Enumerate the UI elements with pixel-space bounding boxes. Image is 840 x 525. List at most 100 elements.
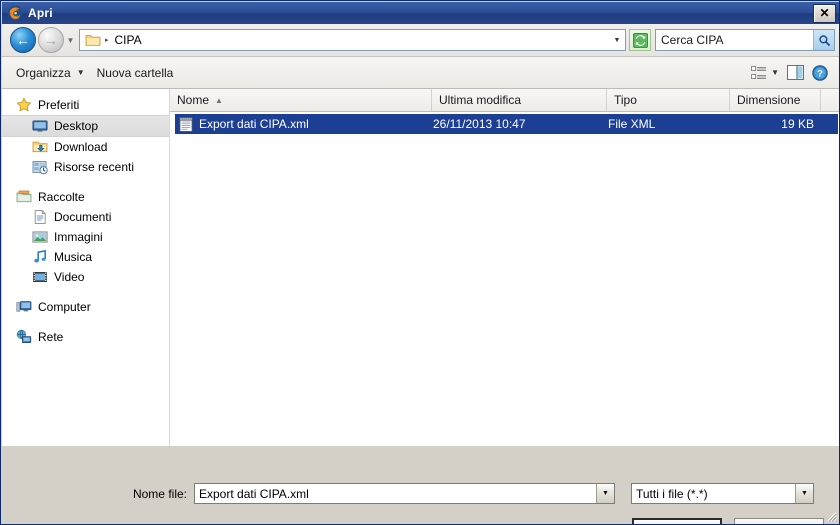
view-chevron-down-icon[interactable]: ▼ [771, 68, 779, 77]
help-icon: ? [812, 64, 828, 81]
star-icon [16, 97, 32, 113]
column-header-ultima-modifica[interactable]: Ultima modifica [432, 89, 607, 111]
sidebar-label: Documenti [54, 210, 112, 224]
sidebar-item-rete[interactable]: Rete [2, 327, 169, 347]
sidebar-group-raccolte: Raccolte Documenti Immagini Musica Video [2, 187, 169, 287]
sidebar-label: Download [54, 140, 108, 154]
file-list-pane: Nome ▲ Ultima modifica Tipo Dimensione E… [170, 89, 839, 446]
column-label: Nome [177, 93, 210, 107]
address-bar: ← → ▼ ▸ CIPA ▼ Cerca CIPA [2, 24, 839, 57]
svg-text:?: ? [817, 68, 823, 79]
xml-file-icon [179, 116, 193, 132]
sidebar-label: Immagini [54, 230, 103, 244]
documents-icon [32, 209, 48, 225]
sidebar-label: Musica [54, 250, 93, 264]
dialog-buttons: Apri Annulla [632, 518, 824, 524]
filename-label: Nome file: [132, 486, 187, 501]
breadcrumb[interactable]: CIPA [115, 33, 609, 47]
network-icon [16, 329, 32, 345]
view-list-icon [751, 65, 767, 80]
preview-pane-icon [787, 65, 804, 80]
filename-chevron-down-icon[interactable]: ▼ [596, 484, 614, 503]
dialog-body: Preferiti Desktop Download Risorse recen… [2, 89, 839, 446]
window-title: Apri [28, 6, 53, 20]
chevron-down-icon: ▼ [76, 68, 85, 77]
open-button[interactable]: Apri [632, 518, 722, 524]
filename-input[interactable]: Export dati CIPA.xml ▼ [194, 483, 615, 504]
view-mode-button[interactable]: ▼ [747, 64, 783, 82]
sidebar-item-desktop[interactable]: Desktop [2, 115, 169, 137]
sidebar-label: Video [54, 270, 85, 284]
filter-chevron-down-icon[interactable]: ▼ [795, 484, 813, 503]
column-header-filler [821, 89, 839, 111]
sidebar-item-computer[interactable]: Computer [2, 297, 169, 317]
sidebar-item-preferiti[interactable]: Preferiti [2, 95, 169, 115]
new-folder-button[interactable]: Nuova cartella [91, 63, 180, 83]
title-bar: Apri ✕ [2, 2, 839, 24]
music-icon [32, 249, 48, 265]
computer-icon [16, 299, 32, 315]
forward-arrow-icon[interactable]: → [38, 27, 64, 53]
breadcrumb-separator-icon: ▸ [105, 37, 109, 44]
firefox-icon [7, 5, 23, 21]
sort-ascending-icon: ▲ [215, 95, 223, 105]
sidebar-item-download[interactable]: Download [2, 137, 169, 157]
column-header-dimensione[interactable]: Dimensione [730, 89, 821, 111]
help-button[interactable]: ? [808, 63, 832, 83]
file-list[interactable]: Export dati CIPA.xml 26/11/2013 10:47 Fi… [170, 112, 839, 446]
table-row[interactable]: Export dati CIPA.xml 26/11/2013 10:47 Fi… [175, 114, 838, 134]
new-folder-label: Nuova cartella [96, 65, 174, 80]
file-modified-cell: 26/11/2013 10:47 [433, 117, 526, 131]
organize-button[interactable]: Organizza ▼ [10, 63, 91, 83]
sidebar-label: Raccolte [38, 190, 85, 204]
sidebar-item-musica[interactable]: Musica [2, 247, 169, 267]
sidebar-label: Rete [38, 330, 64, 344]
sidebar-group-rete: Rete [2, 327, 169, 347]
column-header-nome[interactable]: Nome ▲ [170, 89, 432, 111]
open-file-dialog: Apri ✕ ← → ▼ ▸ CIPA ▼ Cerca CIPA Organiz… [0, 0, 840, 525]
back-arrow-icon[interactable]: ← [10, 27, 36, 53]
pictures-icon [32, 229, 48, 245]
download-folder-icon [32, 139, 48, 155]
sidebar-label: Desktop [54, 119, 99, 133]
column-header-row: Nome ▲ Ultima modifica Tipo Dimensione [170, 89, 839, 112]
filename-value: Export dati CIPA.xml [199, 486, 309, 501]
navigation-sidebar: Preferiti Desktop Download Risorse recen… [2, 89, 170, 446]
address-path-box[interactable]: ▸ CIPA ▼ [79, 29, 626, 51]
column-label: Tipo [614, 93, 637, 107]
sidebar-item-raccolte[interactable]: Raccolte [2, 187, 169, 207]
libraries-icon [16, 189, 32, 205]
resize-grip-icon[interactable] [824, 509, 837, 522]
file-type-filter-select[interactable]: Tutti i file (*.*) ▼ [631, 483, 814, 504]
file-name-cell: Export dati CIPA.xml [175, 116, 433, 132]
sidebar-item-risorse-recenti[interactable]: Risorse recenti [2, 157, 169, 177]
sidebar-item-immagini[interactable]: Immagini [2, 227, 169, 247]
forward-glyph: → [44, 32, 58, 48]
dialog-footer: Nome file: Export dati CIPA.xml ▼ Tutti … [2, 446, 839, 524]
search-icon[interactable] [813, 30, 834, 50]
search-placeholder-text: Cerca CIPA [661, 33, 724, 47]
sidebar-item-documenti[interactable]: Documenti [2, 207, 169, 227]
history-chevron-down-icon[interactable]: ▼ [64, 29, 77, 51]
column-label: Dimensione [737, 93, 801, 107]
sidebar-label: Preferiti [38, 98, 80, 112]
folder-icon [85, 33, 101, 47]
search-input[interactable]: Cerca CIPA [655, 29, 835, 51]
column-header-tipo[interactable]: Tipo [607, 89, 730, 111]
refresh-icon[interactable] [629, 29, 651, 51]
cancel-button[interactable]: Annulla [734, 518, 824, 524]
close-icon[interactable]: ✕ [813, 3, 836, 23]
sidebar-label: Computer [38, 300, 91, 314]
filter-value: Tutti i file (*.*) [636, 486, 708, 501]
command-toolbar: Organizza ▼ Nuova cartella ▼ ? [2, 57, 839, 89]
address-chevron-down-icon[interactable]: ▼ [609, 37, 625, 44]
desktop-icon [32, 118, 48, 134]
preview-pane-button[interactable] [783, 63, 808, 82]
recent-places-icon [32, 159, 48, 175]
sidebar-group-preferiti: Preferiti Desktop Download Risorse recen… [2, 95, 169, 177]
sidebar-item-video[interactable]: Video [2, 267, 169, 287]
video-icon [32, 269, 48, 285]
organize-label: Organizza [16, 65, 71, 80]
filename-row: Nome file: Export dati CIPA.xml ▼ Tutti … [2, 483, 839, 504]
sidebar-label: Risorse recenti [54, 160, 135, 174]
